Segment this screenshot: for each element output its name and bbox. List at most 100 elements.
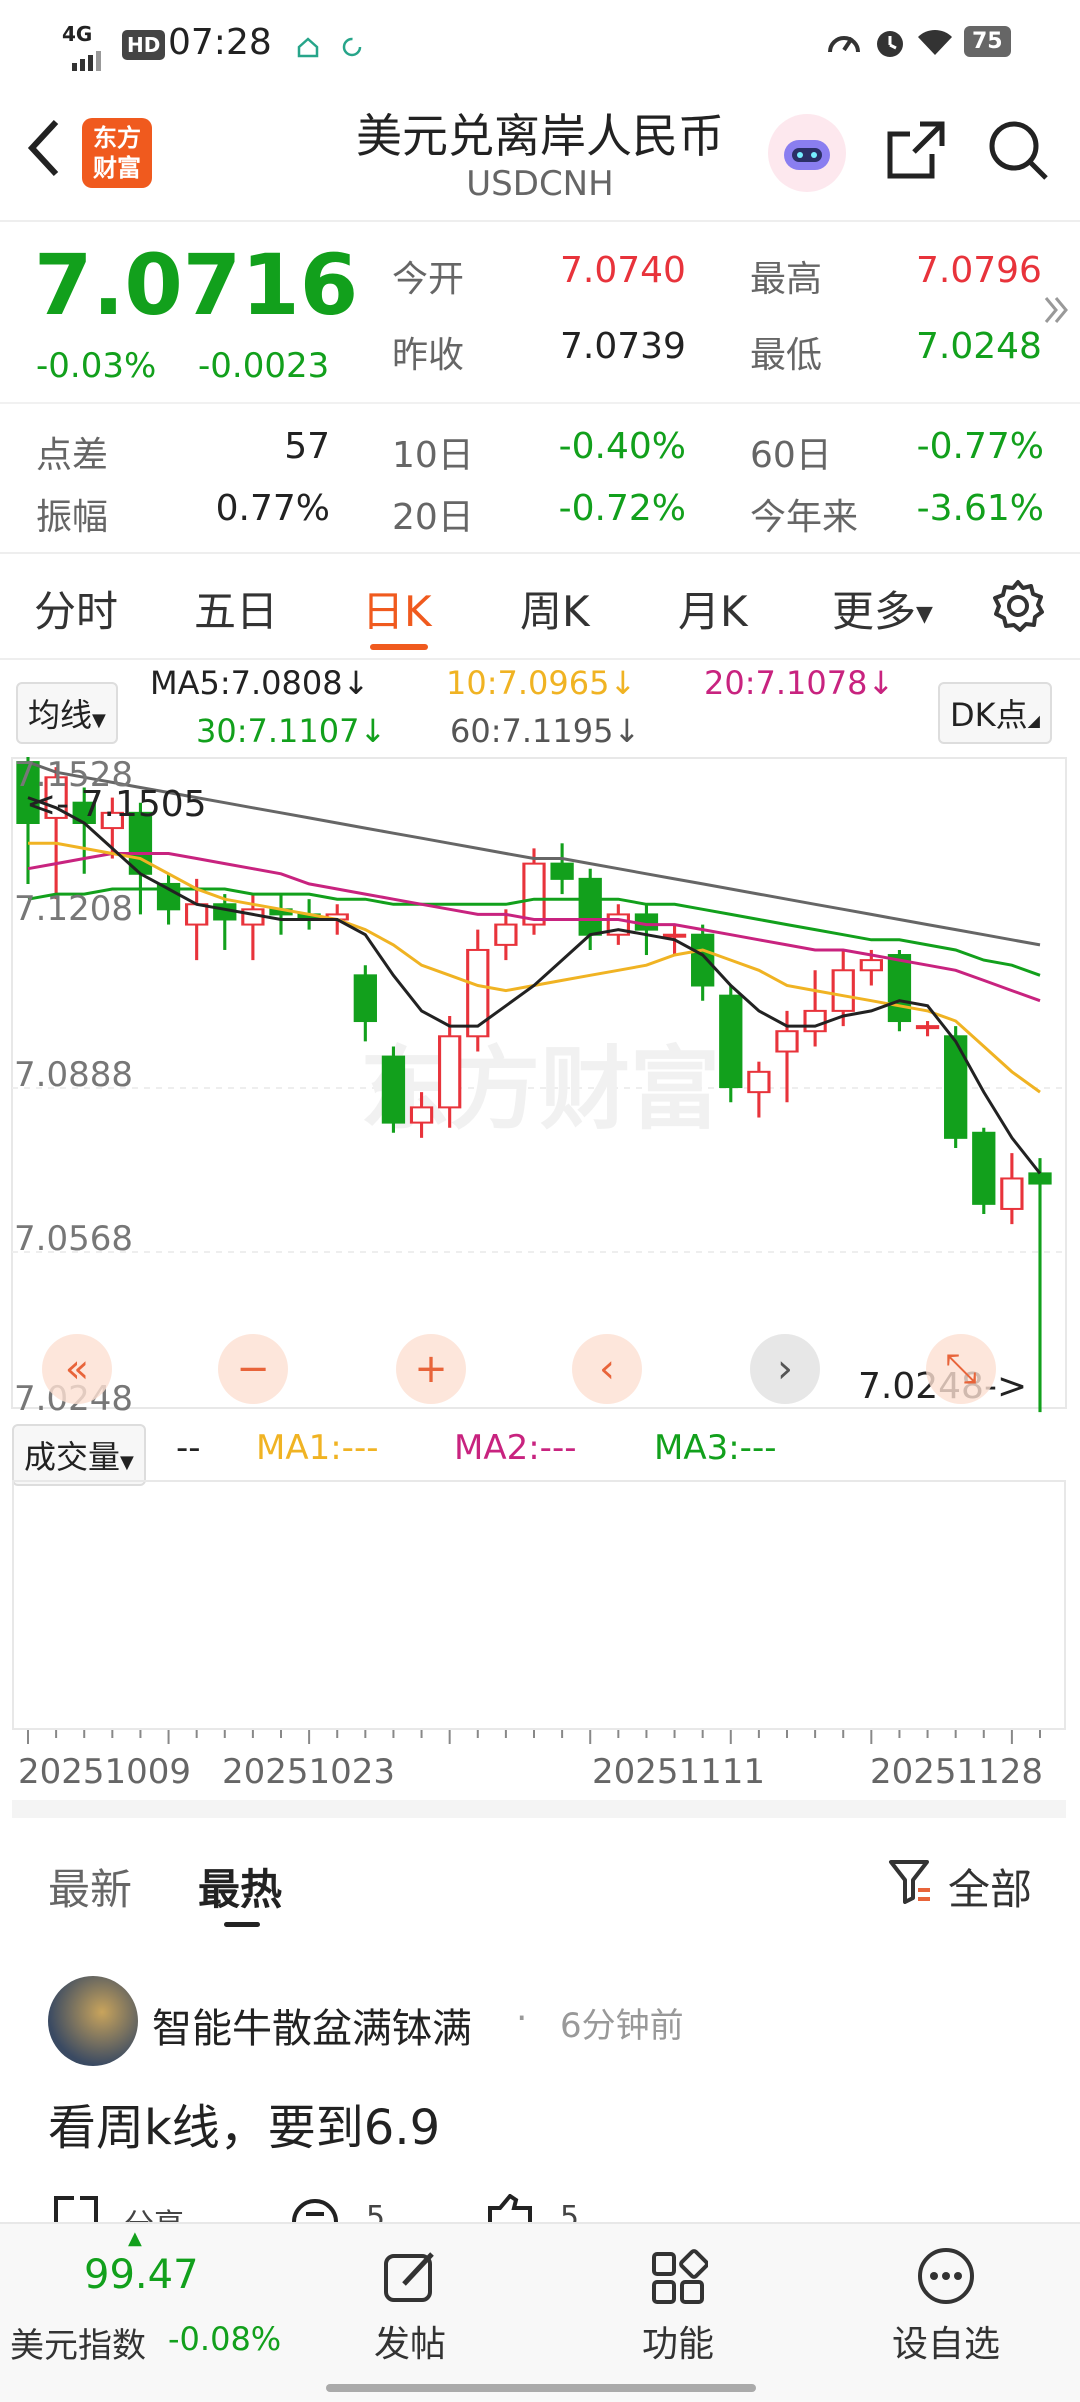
volume-chart[interactable] xyxy=(12,1480,1066,1730)
home-indicator xyxy=(326,2384,756,2392)
ma30-legend: 30:7.1107↓ xyxy=(196,712,387,750)
ma-selector[interactable]: 均线▼ xyxy=(16,682,118,744)
post-content[interactable]: 看周k线，要到6.9 xyxy=(48,2088,440,2158)
post-time: 6分钟前 xyxy=(560,2006,684,2046)
low-value: 7.0248 xyxy=(916,326,1042,367)
ma60-legend: 60:7.1195↓ xyxy=(450,712,641,750)
speed-icon xyxy=(826,26,862,67)
tab-hot[interactable]: 最热 xyxy=(198,1856,282,1917)
share-icon[interactable] xyxy=(884,118,948,186)
ytd-value: -3.61% xyxy=(916,488,1044,529)
candle-up xyxy=(438,1035,462,1109)
tab-monthly-k[interactable]: 月K xyxy=(678,578,748,639)
dk-point-selector[interactable]: DK点◢ xyxy=(938,682,1052,744)
tab-intraday[interactable]: 分时 xyxy=(34,578,118,639)
change-percent: -0.03% xyxy=(36,346,157,386)
candle-up xyxy=(1000,1177,1024,1210)
user-avatar[interactable] xyxy=(48,1976,138,2066)
candle-down xyxy=(353,974,377,1023)
nav-post[interactable]: 发帖 xyxy=(310,2224,510,2367)
chevron-right-icon: › xyxy=(777,1346,793,1392)
usd-index-value[interactable]: 99.47 xyxy=(84,2252,199,2298)
volume-selector[interactable]: 成交量▼ xyxy=(12,1424,146,1486)
low-label: 最低 xyxy=(750,335,823,376)
fullscreen-button[interactable]: ⤡ xyxy=(926,1334,996,1404)
d10-label: 10日 xyxy=(392,435,474,476)
dropdown-triangle-icon: ▼ xyxy=(916,602,933,627)
candle-up xyxy=(522,862,546,926)
search-icon[interactable] xyxy=(986,118,1050,186)
filter-icon[interactable] xyxy=(888,1858,932,1908)
x-axis-strip xyxy=(12,1800,1066,1818)
tab-weekly-k[interactable]: 周K xyxy=(520,578,590,639)
candle-up xyxy=(409,1106,434,1124)
app-logo[interactable]: 东方财富 xyxy=(82,118,152,188)
d20-value: -0.72% xyxy=(558,488,686,529)
y-axis-label-4: 7.0568 xyxy=(14,1219,133,1259)
page-title: 美元兑离岸人民币 xyxy=(356,109,724,163)
tab-daily-k[interactable]: 日K xyxy=(362,578,432,639)
nav-functions-label: 功能 xyxy=(641,2324,714,2365)
candlestick-chart[interactable]: 东方财富 7.1528 7.1208 7.0888 7.0568 7.0248 … xyxy=(0,750,1080,1420)
tab-five-day[interactable]: 五日 xyxy=(194,578,278,639)
amplitude-value: 0.77% xyxy=(215,488,330,529)
zoom-in-button[interactable]: + xyxy=(396,1334,466,1404)
ytd-label: 今年来 xyxy=(750,497,859,538)
edit-icon xyxy=(384,2252,434,2302)
nav-add-watchlist[interactable]: 设自选 xyxy=(846,2224,1046,2367)
tab-more-label: 更多 xyxy=(832,587,917,636)
ma5-legend: MA5:7.0808↓ xyxy=(150,664,370,702)
tab-more[interactable]: 更多▼ xyxy=(832,578,933,639)
ai-assistant-icon[interactable] xyxy=(768,114,846,192)
candle-up xyxy=(775,1030,799,1053)
fast-back-button[interactable]: « xyxy=(42,1334,112,1404)
double-chevron-left-icon: « xyxy=(64,1346,90,1392)
expand-arrows-icon: ⤡ xyxy=(945,1346,977,1392)
usd-index-change: -0.08% xyxy=(168,2320,282,2358)
bottom-nav: ▲ 99.47 美元指数 -0.08% 发帖 功能 设自选 xyxy=(0,2222,1080,2402)
candle-up xyxy=(466,948,490,1038)
stock-header: 东方财富 美元兑离岸人民币 USDCNH xyxy=(0,86,1080,222)
volume-selector-label: 成交量 xyxy=(24,1438,121,1476)
candle-down xyxy=(887,954,912,1023)
filter-all[interactable]: 全部 xyxy=(948,1856,1032,1917)
corner-triangle-icon: ◢ xyxy=(1027,711,1040,730)
status-bar: 4G HD 07:28 75 xyxy=(0,0,1080,86)
quote-panel: 7.0716 -0.03% -0.0023 今开 7.0740 最高 7.079… xyxy=(0,222,1080,402)
expand-chevron-icon[interactable] xyxy=(1042,292,1070,332)
candle-down xyxy=(550,862,574,880)
high-label: 最高 xyxy=(750,259,823,300)
candle-up xyxy=(185,903,209,926)
candle-up xyxy=(803,1009,827,1033)
step-back-button[interactable]: ‹ xyxy=(572,1334,642,1404)
settings-gear-icon[interactable] xyxy=(990,578,1046,638)
nav-post-label: 发帖 xyxy=(373,2324,446,2365)
step-forward-button[interactable]: › xyxy=(750,1334,820,1404)
period-tabs: 分时 五日 日K 周K 月K 更多▼ xyxy=(0,552,1080,660)
amplitude-label: 振幅 xyxy=(36,497,109,538)
candle-up xyxy=(662,933,687,938)
usd-index-name[interactable]: 美元指数 xyxy=(10,2318,146,2367)
y-axis-label-3: 7.0888 xyxy=(14,1055,133,1095)
vma1-legend: MA1:--- xyxy=(256,1428,379,1468)
nav-functions[interactable]: 功能 xyxy=(578,2224,778,2367)
active-tab-indicator xyxy=(370,644,428,650)
hd-icon: HD xyxy=(122,30,166,60)
vma2-legend: MA2:--- xyxy=(454,1428,577,1468)
clock: 07:28 xyxy=(168,22,272,63)
volume-value: -- xyxy=(176,1428,201,1468)
signal-icon xyxy=(62,40,108,80)
zoom-out-button[interactable]: − xyxy=(218,1334,288,1404)
x-axis-label-2: 20251023 xyxy=(222,1752,396,1792)
tab-latest[interactable]: 最新 xyxy=(48,1856,132,1917)
ma-selector-label: 均线 xyxy=(28,696,93,734)
candle-up xyxy=(747,1070,771,1094)
candle-down xyxy=(719,994,743,1089)
high-price-marker-value: 7.1505 xyxy=(81,784,207,825)
candle-down xyxy=(381,1055,406,1124)
up-caret-icon: ▲ xyxy=(128,2228,142,2249)
candle-up xyxy=(494,923,518,946)
back-icon[interactable] xyxy=(24,116,64,184)
post-username[interactable]: 智能牛散盆满钵满 xyxy=(152,1996,472,2054)
high-value: 7.0796 xyxy=(916,250,1042,291)
